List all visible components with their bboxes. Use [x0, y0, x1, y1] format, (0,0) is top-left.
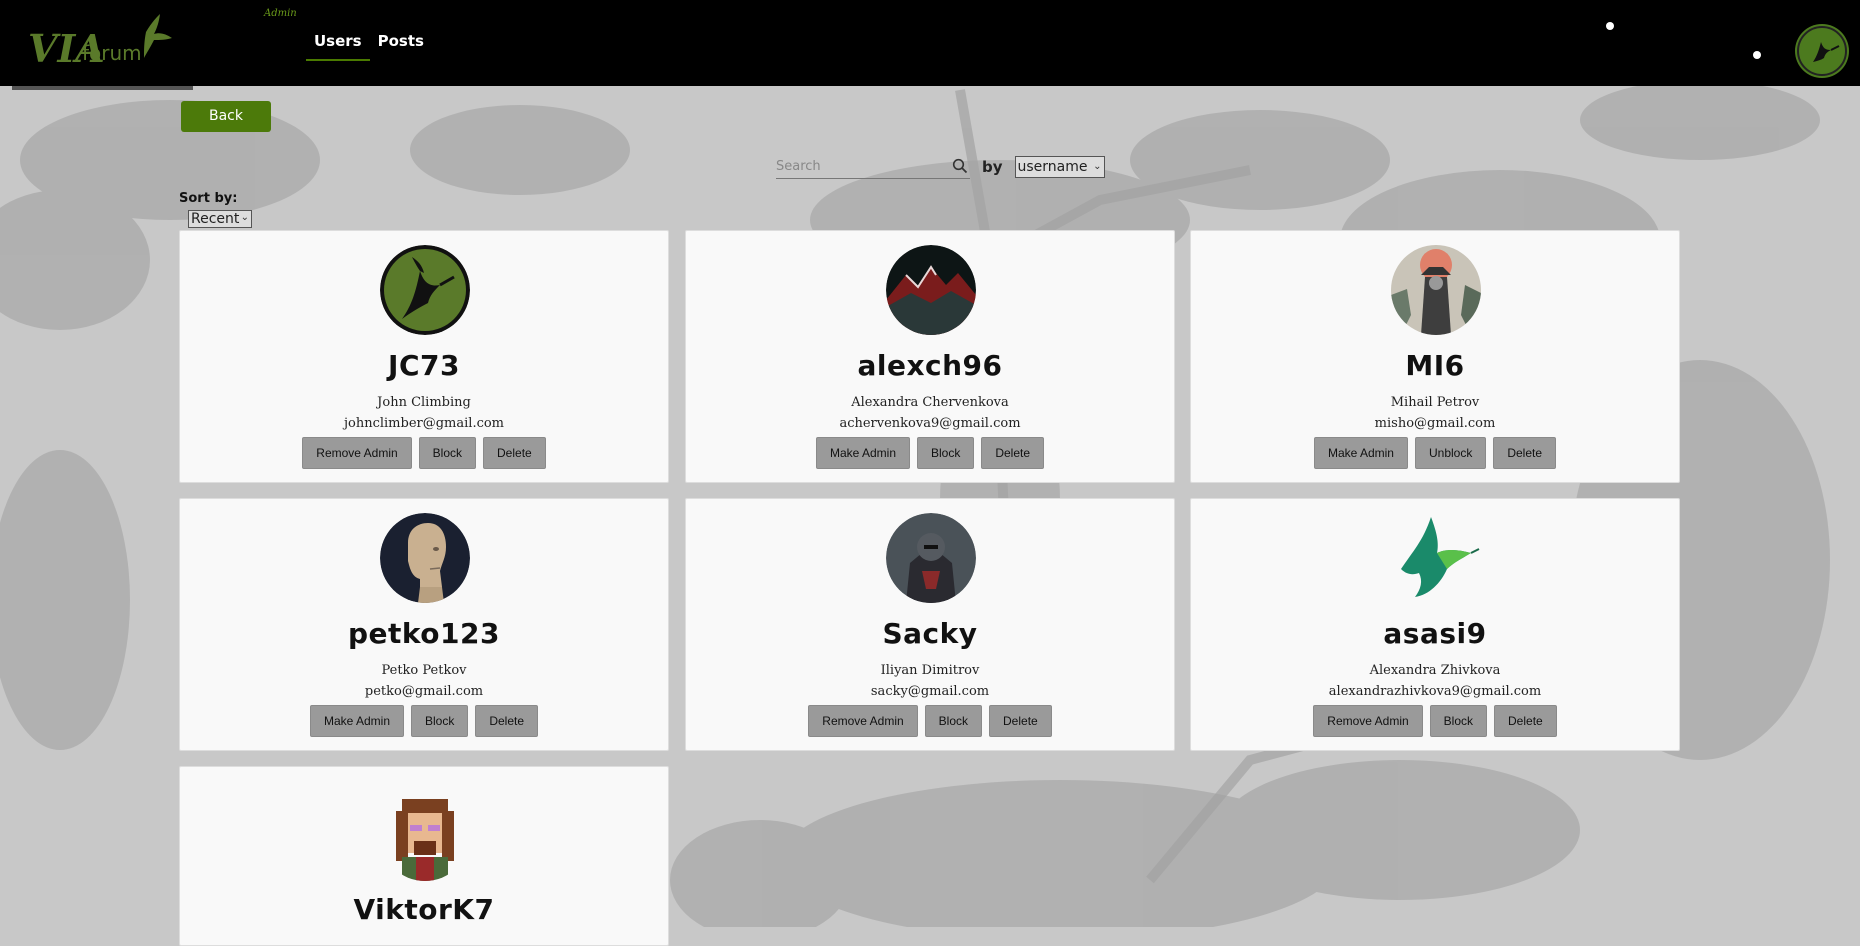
user-actions: Remove Admin Block Delete [686, 705, 1174, 737]
user-card: alexch96 Alexandra Chervenkova achervenk… [685, 230, 1175, 483]
user-card: MI6 Mihail Petrov misho@gmail.com Make A… [1190, 230, 1680, 483]
top-navbar: VIA forum Admin Users Posts [0, 0, 1860, 86]
profile-avatar[interactable] [1797, 26, 1847, 76]
hummingbird-avatar-icon [380, 245, 470, 335]
full-name: Alexandra Chervenkova [851, 395, 1009, 410]
block-toggle-button[interactable]: Block [418, 437, 477, 469]
samurai-avatar-icon [1391, 245, 1481, 335]
admin-toggle-button[interactable]: Make Admin [309, 705, 404, 737]
delete-button[interactable]: Delete [989, 705, 1052, 737]
sort-by-label: Sort by: [179, 191, 238, 206]
user-avatar[interactable] [1391, 245, 1481, 335]
user-actions: Remove Admin Block Delete [1191, 705, 1679, 737]
back-button[interactable]: Back [181, 101, 271, 132]
red-mountain-avatar-icon [886, 245, 976, 335]
admin-toggle-button[interactable]: Make Admin [815, 437, 910, 469]
user-card: petko123 Petko Petkov petko@gmail.com Ma… [179, 498, 669, 751]
admin-toggle-button[interactable]: Make Admin [1313, 437, 1408, 469]
meme-man-avatar-icon [380, 513, 470, 603]
user-actions: Make Admin Block Delete [180, 705, 668, 737]
full-name: Petko Petkov [381, 663, 467, 678]
block-toggle-button[interactable]: Block [1429, 705, 1488, 737]
full-name: Alexandra Zhivkova [1369, 663, 1501, 678]
email: sacky@gmail.com [870, 684, 990, 699]
user-avatar[interactable] [380, 245, 470, 335]
block-toggle-button[interactable]: Block [924, 705, 983, 737]
delete-button[interactable]: Delete [1493, 437, 1557, 469]
chevron-down-icon: ⌄ [1093, 160, 1102, 172]
search-bar: by username ⌄ [776, 154, 1105, 179]
full-name: Mihail Petrov [1390, 395, 1480, 410]
logo-underline [12, 86, 193, 90]
chevron-down-icon: ⌄ [240, 212, 249, 223]
full-name: John Climbing [377, 395, 471, 410]
username: Sacky [882, 617, 978, 650]
email: alexandrazhivkova9@gmail.com [1328, 684, 1542, 699]
user-actions: Make Admin Unblock Delete [1191, 437, 1679, 469]
admin-toggle-button[interactable]: Remove Admin [302, 437, 412, 469]
user-avatar[interactable] [1391, 513, 1481, 603]
search-icon[interactable] [952, 158, 968, 174]
main-nav: Users Posts [306, 30, 432, 61]
user-card: asasi9 Alexandra Zhivkova alexandrazhivk… [1190, 498, 1680, 751]
delete-button[interactable]: Delete [475, 705, 539, 737]
username: JC73 [388, 349, 460, 382]
nav-posts-link[interactable]: Posts [370, 30, 432, 61]
user-avatar[interactable] [380, 791, 470, 881]
user-avatar[interactable] [886, 245, 976, 335]
via-forum-logo[interactable]: VIA forum [26, 10, 186, 82]
search-by-select[interactable]: username ⌄ [1014, 155, 1105, 178]
search-by-value: username [1017, 158, 1088, 175]
delete-button[interactable]: Delete [981, 437, 1045, 469]
username: MI6 [1405, 349, 1465, 382]
sort-by-select[interactable]: Recent ⌄ [188, 210, 252, 228]
email: achervenkova9@gmail.com [839, 416, 1021, 431]
block-toggle-button[interactable]: Unblock [1414, 437, 1487, 469]
admin-toggle-button[interactable]: Remove Admin [808, 705, 918, 737]
admin-toggle-button[interactable]: Remove Admin [1313, 705, 1423, 737]
block-toggle-button[interactable]: Block [411, 705, 469, 737]
indicator-dot [1606, 22, 1614, 30]
user-actions: Remove Admin Block Delete [180, 437, 668, 469]
username: petko123 [348, 617, 500, 650]
search-input[interactable] [776, 158, 946, 174]
teal-bird-avatar-icon [1391, 513, 1481, 603]
username: ViktorK7 [353, 893, 495, 926]
email: petko@gmail.com [364, 684, 484, 699]
search-by-label: by [982, 157, 1003, 176]
admin-role-tag: Admin [264, 8, 297, 19]
delete-button[interactable]: Delete [1494, 705, 1557, 737]
nav-users-link[interactable]: Users [306, 30, 370, 61]
user-avatar[interactable] [380, 513, 470, 603]
search-box [776, 154, 970, 179]
user-avatar[interactable] [886, 513, 976, 603]
email: misho@gmail.com [1374, 416, 1496, 431]
full-name: Iliyan Dimitrov [880, 663, 980, 678]
hummingbird-icon [1813, 42, 1840, 62]
username: alexch96 [857, 349, 1003, 382]
delete-button[interactable]: Delete [483, 437, 546, 469]
dark-warrior-avatar-icon [886, 513, 976, 603]
user-actions: Make Admin Block Delete [686, 437, 1174, 469]
username: asasi9 [1383, 617, 1487, 650]
email: johnclimber@gmail.com [343, 416, 505, 431]
user-card: JC73 John Climbing johnclimber@gmail.com… [179, 230, 669, 483]
sort-by-value: Recent [191, 211, 240, 227]
indicator-dot [1753, 51, 1761, 59]
svg-text:forum: forum [82, 41, 142, 65]
block-toggle-button[interactable]: Block [917, 437, 975, 469]
pixel-man-avatar-icon [380, 791, 470, 881]
user-card: Sacky Iliyan Dimitrov sacky@gmail.com Re… [685, 498, 1175, 751]
user-card: ViktorK7 [179, 766, 669, 946]
